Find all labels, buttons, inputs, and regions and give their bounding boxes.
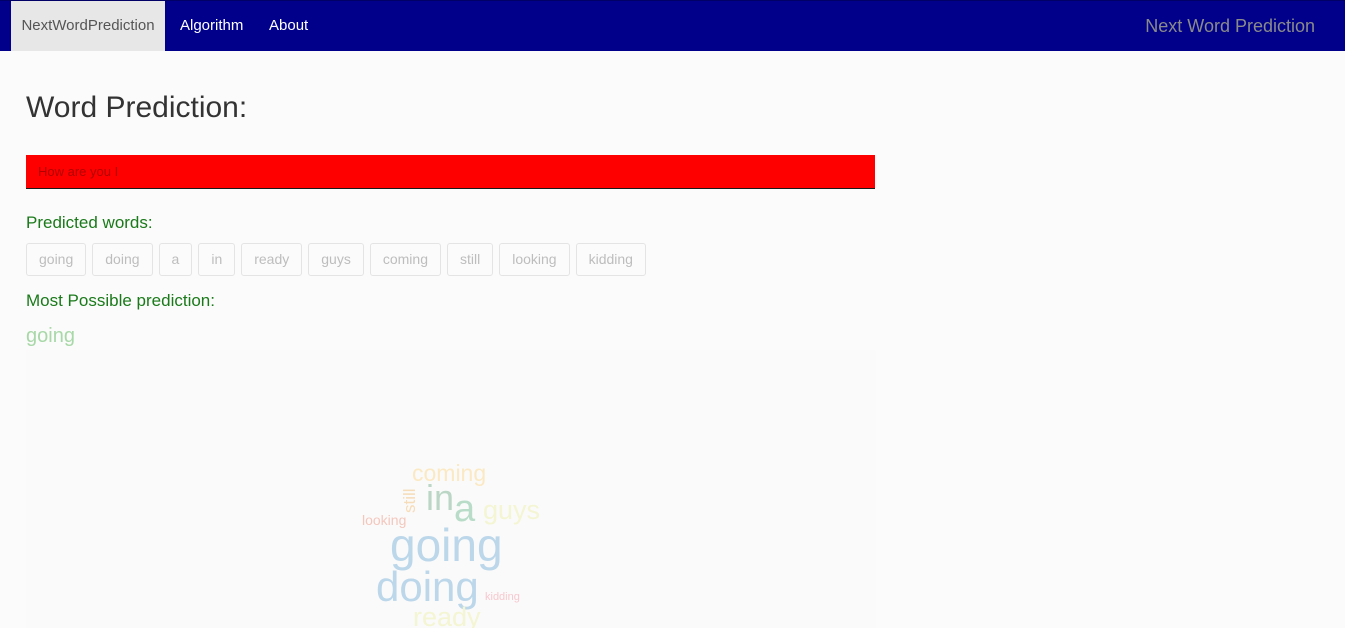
predicted-word-button[interactable]: looking [499,243,570,276]
word-cloud: coming still in a guys looking going doi… [26,350,876,628]
predicted-word-button[interactable]: still [446,243,494,276]
predicted-word-button[interactable]: in [198,243,236,276]
predicted-word-button[interactable]: ready [241,243,303,276]
nav-brand-tab[interactable]: NextWordPrediction [11,1,165,51]
predicted-word-button[interactable]: coming [369,243,441,276]
cloud-word-still: still [400,488,419,513]
cloud-word-going: going [390,519,503,571]
most-possible-word: going [26,325,75,347]
predicted-word-button[interactable]: kidding [575,243,646,276]
predicted-word-button[interactable]: going [26,243,87,276]
cloud-word-ready: ready [413,602,481,628]
predicted-words-label: Predicted words: [26,213,153,232]
nav-link-algorithm[interactable]: Algorithm [180,1,243,51]
predicted-words-list: going doing a in ready guys coming still… [26,243,646,276]
predicted-word-button[interactable]: doing [92,243,153,276]
cloud-word-in: in [426,477,455,518]
page-title: Word Prediction: [26,91,248,124]
predicted-word-button[interactable]: guys [308,243,364,276]
app-title: Next Word Prediction [1145,16,1315,36]
top-navbar: NextWordPrediction Algorithm About Next … [0,0,1345,51]
most-possible-label: Most Possible prediction: [26,291,215,310]
predicted-word-button[interactable]: a [158,243,193,276]
nav-link-about[interactable]: About [269,1,308,51]
cloud-word-kidding: kidding [485,591,520,603]
phrase-input[interactable] [26,155,875,189]
